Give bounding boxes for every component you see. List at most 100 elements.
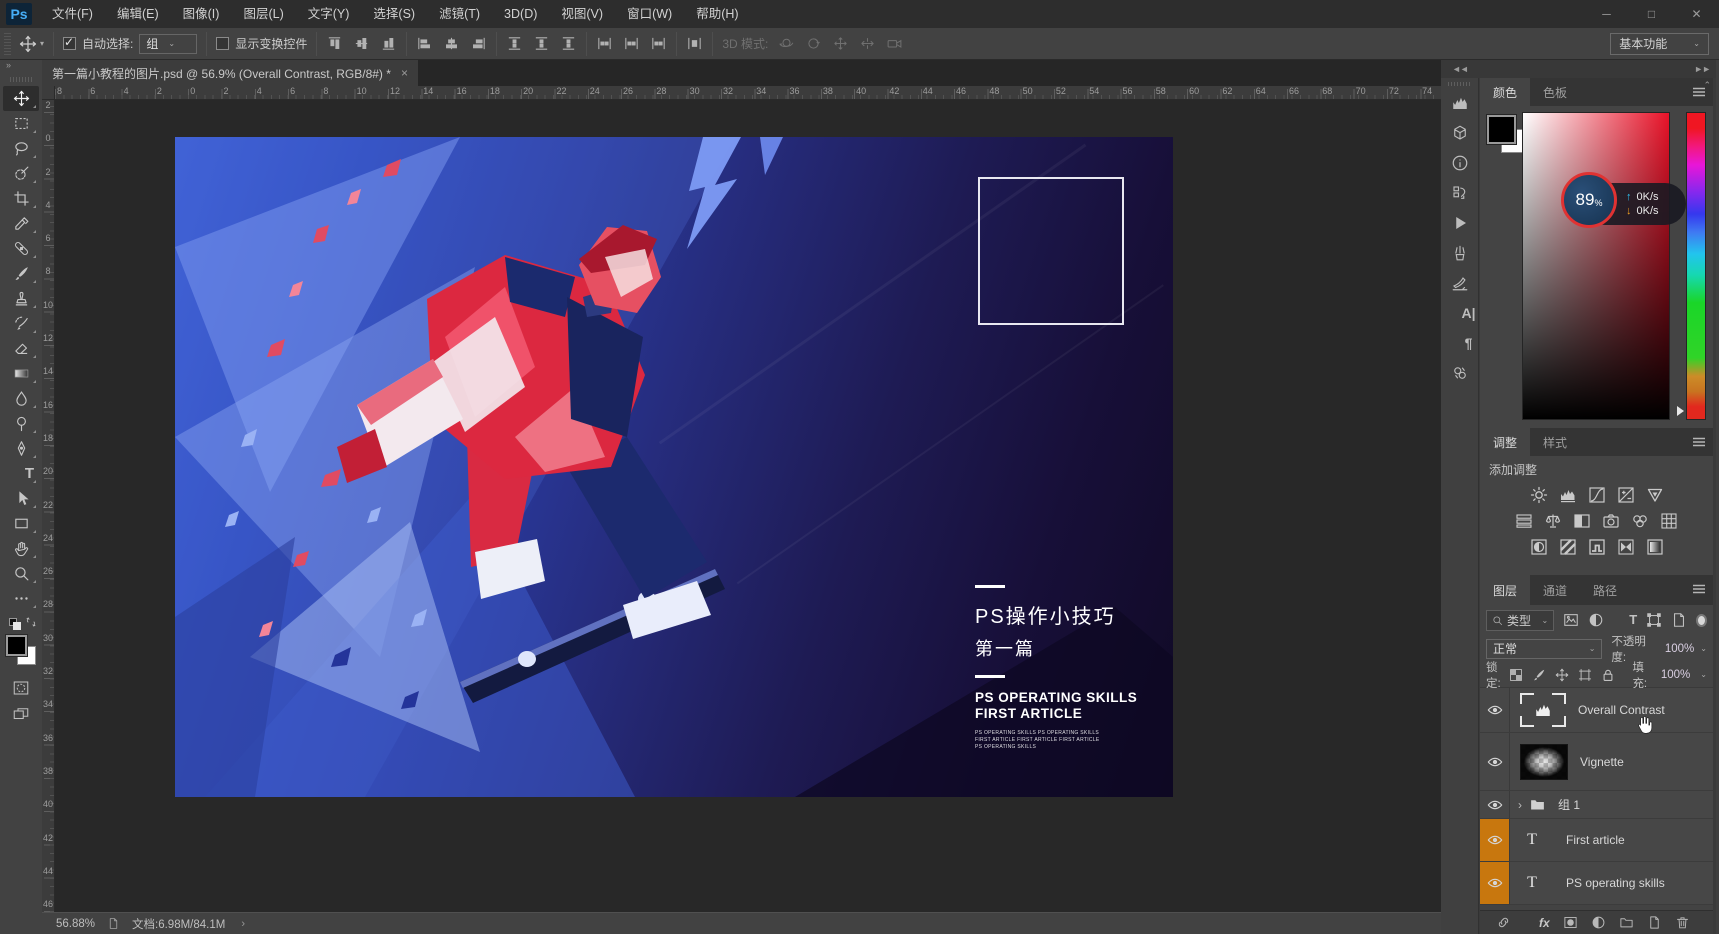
brush-panel-icon[interactable] — [1441, 238, 1479, 268]
align-top-edges-icon[interactable] — [326, 35, 343, 52]
layer-visibility-cell[interactable] — [1480, 819, 1510, 861]
paragraph-panel-icon[interactable]: ¶ — [1441, 328, 1479, 358]
distribute-left-edges-icon[interactable] — [596, 35, 613, 52]
delete-layer-icon[interactable] — [1675, 915, 1690, 930]
menu-item[interactable]: 文字(Y) — [296, 0, 362, 28]
new-group-icon[interactable] — [1619, 915, 1634, 930]
menu-item[interactable]: 选择(S) — [361, 0, 427, 28]
tools-grip[interactable] — [10, 77, 32, 82]
align-left-edges-icon[interactable] — [416, 35, 433, 52]
hand-tool[interactable] — [3, 536, 39, 561]
menu-item[interactable]: 文件(F) — [40, 0, 105, 28]
lock-transparent-pixels-icon[interactable] — [1509, 668, 1523, 682]
layer-name[interactable]: PS operating skills — [1566, 876, 1665, 890]
hue-saturation-icon[interactable] — [1515, 512, 1533, 530]
align-horizontal-centers-icon[interactable] — [443, 35, 460, 52]
layer-name[interactable]: Vignette — [1580, 755, 1624, 769]
move-tool[interactable] — [3, 86, 39, 111]
expand-panels-icon[interactable]: ►► — [1694, 64, 1710, 74]
adjustment-layer-thumbnail[interactable] — [1520, 693, 1566, 727]
crop-tool[interactable] — [3, 186, 39, 211]
vibrance-icon[interactable] — [1646, 486, 1664, 504]
blend-mode-dropdown[interactable]: 正常⌄ — [1486, 639, 1602, 659]
distribute-bottom-edges-icon[interactable] — [560, 35, 577, 52]
levels-icon[interactable] — [1559, 486, 1577, 504]
layer-row[interactable]: › T PS operating skills — [1480, 862, 1713, 905]
layer-filter-toggle[interactable] — [1696, 614, 1707, 627]
color-lookup-icon[interactable] — [1660, 512, 1678, 530]
group-expander-icon[interactable]: › — [1518, 798, 1522, 812]
history-brush-tool[interactable] — [3, 311, 39, 336]
color-balance-icon[interactable] — [1544, 512, 1562, 530]
layer-visibility-cell[interactable] — [1480, 733, 1510, 790]
spot-healing-brush-tool[interactable] — [3, 236, 39, 261]
pen-tool[interactable] — [3, 436, 39, 461]
group-thumbnail[interactable]: › — [1518, 796, 1546, 813]
layer-visibility-cell[interactable] — [1480, 791, 1510, 818]
layer-visibility-cell[interactable] — [1480, 862, 1510, 904]
tool-presets-panel-icon[interactable] — [1441, 358, 1479, 388]
scroll-up-icon[interactable]: ⌃ — [1703, 80, 1711, 91]
layer-thumbnail[interactable] — [1520, 744, 1568, 780]
curves-icon[interactable] — [1588, 486, 1606, 504]
quick-mask-button[interactable] — [3, 675, 39, 701]
photo-filter-icon[interactable] — [1602, 512, 1620, 530]
menu-item[interactable]: 3D(D) — [492, 0, 549, 28]
brightness-contrast-icon[interactable] — [1530, 486, 1548, 504]
collapse-panels-icon[interactable]: ◄◄ — [1452, 64, 1468, 74]
show-transform-checkbox[interactable] — [216, 37, 229, 50]
canvas-pasteboard[interactable]: PS操作小技巧 第一篇 PS OPERATING SKILLS FIRST AR… — [55, 100, 1441, 912]
screen-mode-button[interactable] — [3, 701, 39, 727]
close-button[interactable]: ✕ — [1674, 0, 1719, 28]
brush-tool[interactable] — [3, 261, 39, 286]
ruler-top[interactable]: 8642024681012141618202224262830323436384… — [55, 86, 1441, 100]
tab-paths[interactable]: 路径 — [1580, 575, 1630, 605]
document-size[interactable]: 文档:6.98M/84.1M — [132, 916, 225, 932]
ruler-left[interactable]: 2024681012141618202224262830323436384042… — [42, 100, 55, 912]
color-field[interactable] — [1522, 112, 1670, 420]
layer-row[interactable]: › T 组 1 — [1480, 791, 1713, 819]
history-panel-icon[interactable] — [1441, 178, 1479, 208]
link-layers-icon[interactable] — [1496, 915, 1511, 930]
lasso-tool[interactable] — [3, 136, 39, 161]
blur-tool[interactable] — [3, 386, 39, 411]
path-selection-tool[interactable] — [3, 486, 39, 511]
status-menu-chevron[interactable]: › — [241, 918, 245, 930]
menu-item[interactable]: 帮助(H) — [684, 0, 750, 28]
tab-adjustments[interactable]: 调整 — [1480, 428, 1530, 456]
auto-select-checkbox[interactable] — [63, 37, 76, 50]
eyedropper-tool[interactable] — [3, 211, 39, 236]
distribute-horizontal-centers-icon[interactable] — [623, 35, 640, 52]
filter-smart-objects-icon[interactable] — [1671, 612, 1687, 628]
menu-item[interactable]: 视图(V) — [549, 0, 615, 28]
layer-style-icon[interactable]: fx — [1524, 915, 1550, 930]
clone-stamp-tool[interactable] — [3, 286, 39, 311]
align-right-edges-icon[interactable] — [470, 35, 487, 52]
default-swap-colors[interactable] — [3, 615, 39, 631]
foreground-color-swatch[interactable] — [6, 635, 27, 656]
histogram-panel-icon[interactable] — [1441, 88, 1479, 118]
current-tool-indicator[interactable]: ▾ — [19, 35, 44, 53]
align-vertical-centers-icon[interactable] — [353, 35, 370, 52]
distribute-right-edges-icon[interactable] — [650, 35, 667, 52]
3d-camera-icon[interactable] — [886, 35, 903, 52]
menu-item[interactable]: 图层(L) — [231, 0, 295, 28]
rectangle-tool[interactable] — [3, 511, 39, 536]
panel-menu-icon[interactable] — [1692, 437, 1706, 447]
3d-slide-icon[interactable] — [859, 35, 876, 52]
layer-kind-dropdown[interactable]: 类型 ⌄ — [1486, 610, 1554, 631]
minimize-button[interactable]: ─ — [1584, 0, 1629, 28]
3d-pan-icon[interactable] — [832, 35, 849, 52]
invert-icon[interactable] — [1530, 538, 1548, 556]
status-export-icon[interactable] — [107, 917, 120, 930]
rectangular-marquee-tool[interactable] — [3, 111, 39, 136]
opacity-value[interactable]: 100% — [1665, 643, 1694, 655]
tab-color[interactable]: 颜色 — [1480, 78, 1530, 106]
dodge-tool[interactable] — [3, 411, 39, 436]
netspeed-ball[interactable]: 89% — [1561, 172, 1617, 228]
zoom-level[interactable]: 56.88% — [56, 918, 95, 930]
maximize-button[interactable]: □ — [1629, 0, 1674, 28]
threshold-icon[interactable] — [1588, 538, 1606, 556]
character-panel-icon[interactable]: A| — [1441, 298, 1479, 328]
workspace-switcher[interactable]: 基本功能⌄ — [1610, 33, 1709, 55]
